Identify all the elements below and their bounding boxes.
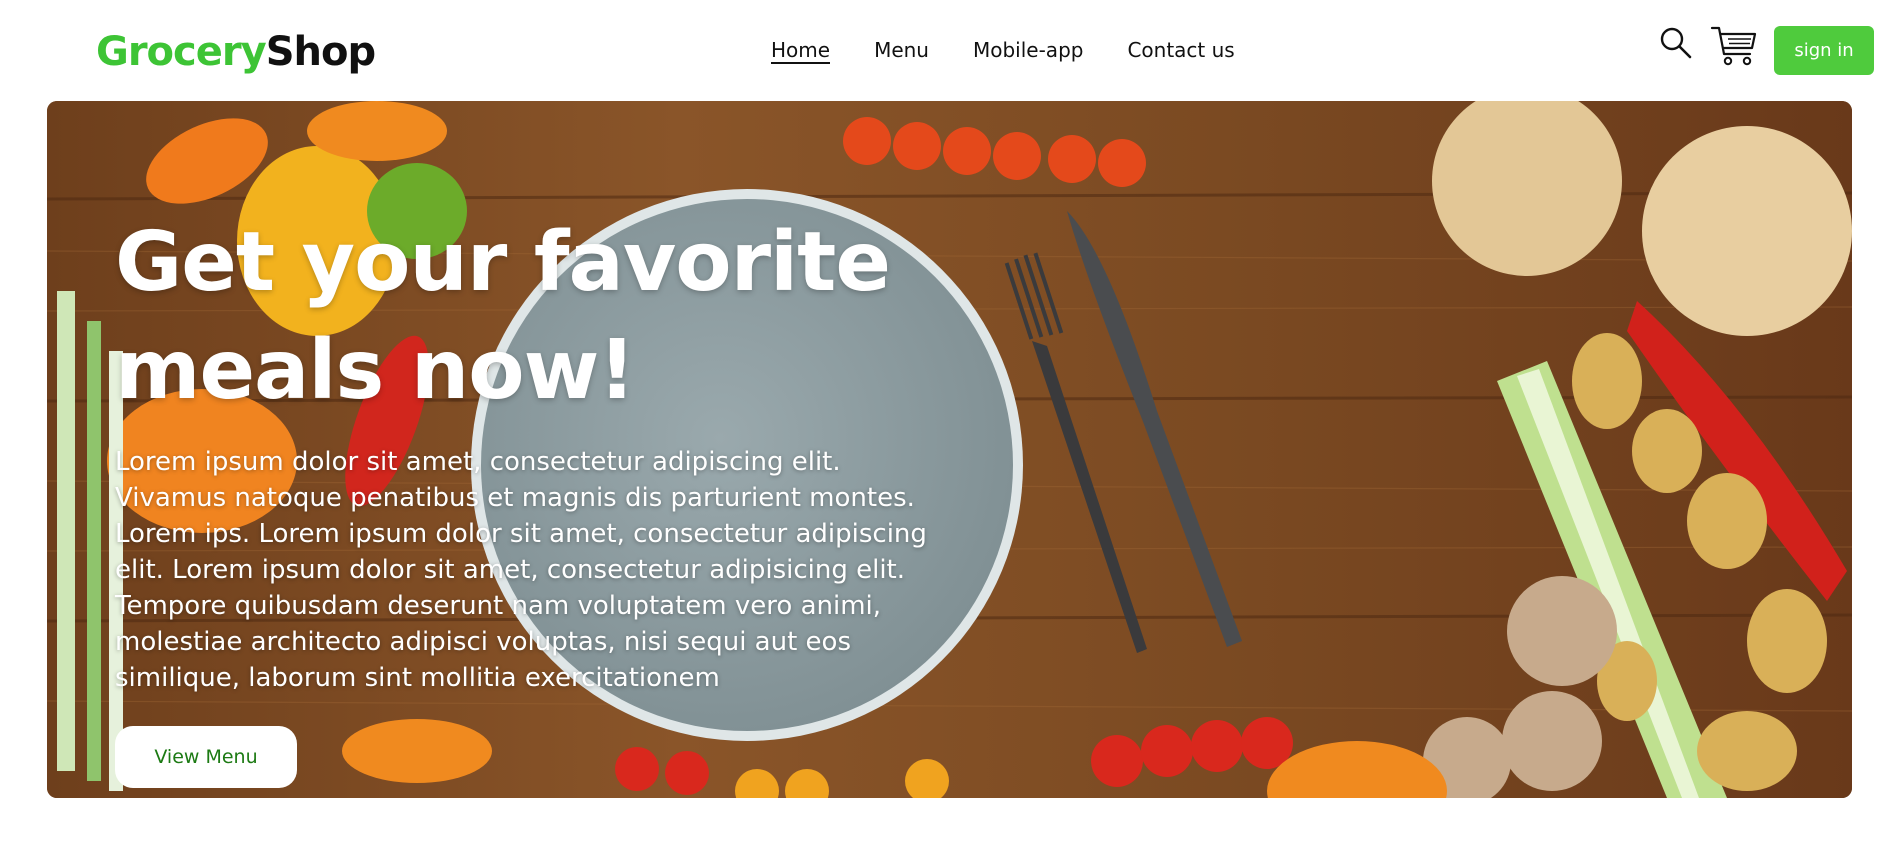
hero-description: Lorem ipsum dolor sit amet, consectetur … bbox=[115, 447, 927, 693]
nav-item-home[interactable]: Home bbox=[771, 38, 831, 64]
sign-in-button[interactable]: sign in bbox=[1774, 26, 1874, 75]
cart-icon[interactable] bbox=[1710, 24, 1758, 68]
nav-item-menu[interactable]: Menu bbox=[874, 38, 929, 64]
brand-logo[interactable]: GroceryShop bbox=[96, 28, 376, 76]
brand-logo-part1: Grocery bbox=[96, 29, 267, 75]
nav-item-contact-us[interactable]: Contact us bbox=[1127, 38, 1234, 64]
search-icon[interactable] bbox=[1659, 26, 1693, 60]
main-nav: Home Menu Mobile-app Contact us bbox=[771, 38, 1235, 64]
view-menu-button[interactable]: View Menu bbox=[115, 726, 297, 788]
brand-logo-part2: Shop bbox=[265, 29, 376, 75]
top-navigation-bar: GroceryShop Home Menu Mobile-app Contact… bbox=[0, 0, 1894, 101]
nav-item-mobile-app[interactable]: Mobile-app bbox=[973, 38, 1083, 64]
hero-banner: Get your favorite meals now! Lorem ipsum… bbox=[47, 101, 1852, 798]
hero-title: Get your favorite meals now! bbox=[115, 215, 891, 418]
